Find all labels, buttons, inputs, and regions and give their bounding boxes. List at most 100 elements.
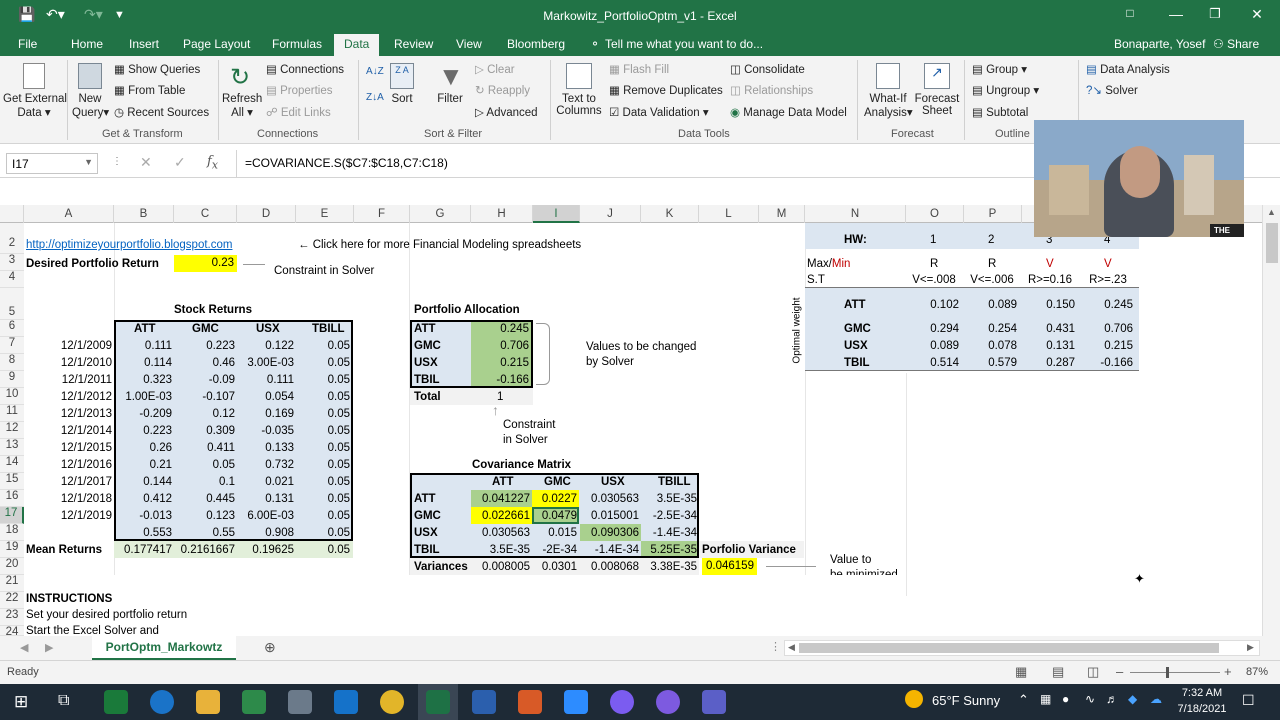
col-header[interactable]: M	[759, 205, 805, 223]
return-cell[interactable]: 0.411	[174, 441, 235, 456]
consolidate-button[interactable]: ◫ Consolidate	[730, 62, 805, 76]
col-header[interactable]: A	[24, 205, 114, 223]
subtotal-button[interactable]: ▤ Subtotal	[972, 105, 1028, 119]
messenger-icon[interactable]	[610, 690, 634, 714]
opt-weight[interactable]: 0.254	[967, 322, 1017, 337]
ungroup-button[interactable]: ▤ Ungroup ▾	[972, 83, 1039, 97]
sort-button[interactable]: Z A Sort	[388, 63, 416, 105]
alloc-weight[interactable]: 0.215	[471, 356, 529, 371]
alloc-label[interactable]: USX	[414, 356, 438, 371]
return-cell[interactable]: 0.05	[296, 373, 350, 388]
relationships-button[interactable]: ◫ Relationships	[730, 83, 813, 97]
return-cell[interactable]: 0.05	[296, 492, 350, 507]
alloc-label[interactable]: TBIL	[414, 373, 440, 388]
return-cell[interactable]: 0.12	[174, 407, 235, 422]
return-cell[interactable]: -0.013	[116, 509, 172, 524]
row-header[interactable]: 12	[0, 422, 24, 439]
tray-icon[interactable]: ▦	[1040, 692, 1051, 706]
return-cell[interactable]: 0.05	[296, 458, 350, 473]
ribbon-display-icon[interactable]: □	[1120, 6, 1140, 20]
variance-value[interactable]: 0.0301	[532, 560, 577, 575]
tab-page-layout[interactable]: Page Layout	[183, 37, 250, 51]
opt-weight[interactable]: 0.431	[1025, 322, 1075, 337]
opt-weight[interactable]: 0.131	[1025, 339, 1075, 354]
return-cell[interactable]: 0.55	[174, 526, 235, 541]
excel-icon[interactable]	[426, 690, 450, 714]
volume-icon[interactable]: ♬	[1106, 692, 1118, 706]
group-button[interactable]: ▤ Group ▾	[972, 62, 1027, 76]
zoom-icon[interactable]	[564, 690, 588, 714]
mean-value[interactable]: 0.19625	[237, 543, 294, 558]
row-header-selected[interactable]: 17	[0, 507, 24, 524]
row-header[interactable]: 8	[0, 354, 24, 371]
cov-cell[interactable]: -2.5E-34	[641, 509, 697, 524]
user-name[interactable]: Bonaparte, Yosef	[1114, 37, 1205, 51]
data-analysis-button[interactable]: ▤ Data Analysis	[1086, 62, 1170, 76]
return-cell[interactable]: 0.05	[296, 390, 350, 405]
date-cell[interactable]: 12/1/2018	[26, 492, 112, 507]
text-to-columns-button[interactable]: Text to Columns	[556, 63, 602, 117]
alloc-weight[interactable]: 0.245	[471, 322, 529, 337]
return-cell[interactable]: -0.09	[174, 373, 235, 388]
return-cell[interactable]: -0.107	[174, 390, 235, 405]
mean-value[interactable]: 0.2161667	[174, 543, 235, 558]
return-cell[interactable]: 0.133	[237, 441, 294, 456]
row-header[interactable]: 19	[0, 541, 24, 558]
return-cell[interactable]: 0.114	[116, 356, 172, 371]
row-header[interactable]: 11	[0, 405, 24, 422]
opt-weight[interactable]: 0.514	[909, 356, 959, 371]
col-header[interactable]: D	[237, 205, 296, 223]
return-cell[interactable]: 0.131	[237, 492, 294, 507]
return-cell[interactable]: 0.553	[116, 526, 172, 541]
return-cell[interactable]: 0.732	[237, 458, 294, 473]
alloc-label[interactable]: ATT	[414, 322, 436, 337]
opt-weight[interactable]: 0.706	[1083, 322, 1133, 337]
tab-data[interactable]: Data	[334, 34, 380, 56]
row-header[interactable]: 3	[0, 254, 24, 271]
cov-cell[interactable]: 0.022661	[471, 509, 530, 524]
row-header[interactable]: 21	[0, 575, 24, 592]
cov-cell[interactable]: -1.4E-34	[580, 543, 639, 558]
tab-home[interactable]: Home	[71, 37, 103, 51]
row-header[interactable]: 22	[0, 592, 24, 609]
cov-row-label[interactable]: ATT	[414, 492, 464, 507]
cov-cell[interactable]: -1.4E-34	[641, 526, 697, 541]
col-header[interactable]: K	[641, 205, 699, 223]
tab-insert[interactable]: Insert	[129, 37, 159, 51]
return-cell[interactable]: 0.21	[116, 458, 172, 473]
select-all-corner[interactable]	[0, 205, 24, 223]
scroll-left-icon[interactable]: ◀	[788, 642, 795, 653]
from-table-button[interactable]: ▦ From Table	[114, 83, 185, 97]
cov-cell[interactable]: 0.030563	[471, 526, 530, 541]
mean-value[interactable]: 0.05	[296, 543, 350, 558]
row-header[interactable]: 16	[0, 490, 24, 507]
date-cell[interactable]: 12/1/2011	[26, 373, 112, 388]
reapply-button[interactable]: ↻ Reapply	[475, 83, 530, 97]
col-header[interactable]: H	[471, 205, 533, 223]
return-cell[interactable]: 0.223	[174, 339, 235, 354]
date-cell[interactable]: 12/1/2012	[26, 390, 112, 405]
outlook-icon[interactable]	[334, 690, 358, 714]
opt-weight[interactable]: 0.215	[1083, 339, 1133, 354]
date-cell[interactable]: 12/1/2016	[26, 458, 112, 473]
close-icon[interactable]: ✕	[1247, 6, 1267, 23]
return-cell[interactable]: 0.144	[116, 475, 172, 490]
col-header[interactable]: J	[580, 205, 641, 223]
col-header[interactable]: N	[805, 205, 906, 223]
return-cell[interactable]: 0.111	[237, 373, 294, 388]
return-cell[interactable]: 0.05	[296, 526, 350, 541]
prev-sheet-icon[interactable]: ◀	[20, 641, 28, 654]
return-cell[interactable]: 0.05	[174, 458, 235, 473]
edge-icon[interactable]	[150, 690, 174, 714]
row-header[interactable]: 20	[0, 558, 24, 575]
page-break-icon[interactable]: ◫	[1087, 664, 1099, 680]
chrome-icon[interactable]	[380, 690, 404, 714]
zoom-out-icon[interactable]: –	[1116, 664, 1123, 679]
vertical-scrollbar[interactable]: ▲	[1262, 205, 1280, 636]
share-button[interactable]: ⚇ Share	[1213, 37, 1259, 51]
viber-icon[interactable]	[656, 690, 680, 714]
date-cell[interactable]: 12/1/2010	[26, 356, 112, 371]
row-header[interactable]: 10	[0, 388, 24, 405]
row-header[interactable]: 24	[0, 626, 24, 636]
scroll-up-icon[interactable]: ▲	[1267, 207, 1276, 217]
